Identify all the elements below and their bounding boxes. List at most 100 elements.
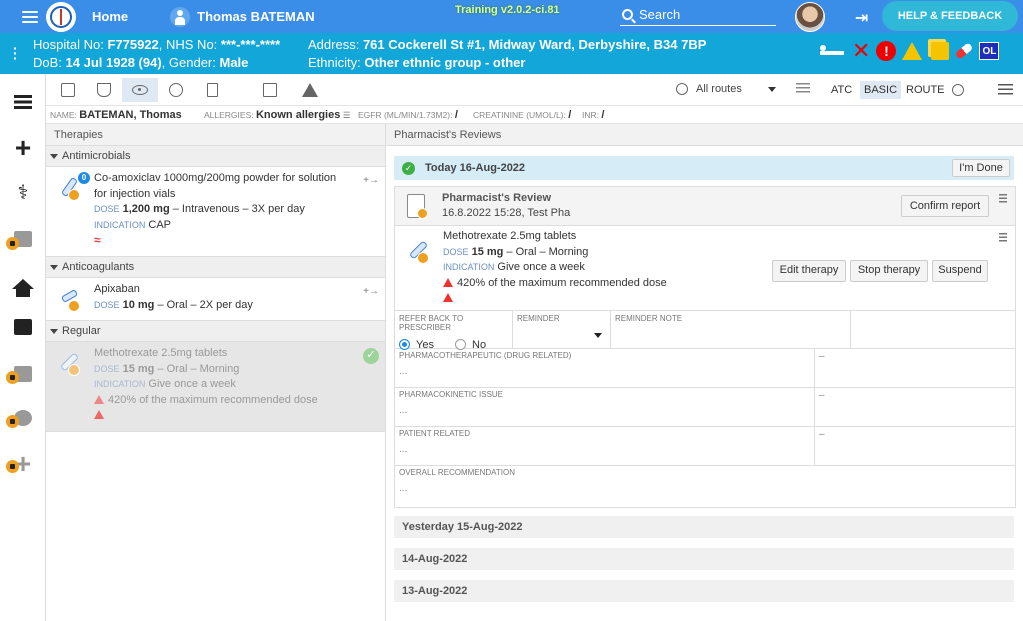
tablet-icon bbox=[59, 350, 84, 376]
banner-status-icons: ✕ ! OL bbox=[818, 40, 1000, 62]
pharmacokinetic-field[interactable]: PHARMACOKINETIC ISSUE ... bbox=[395, 388, 815, 426]
day-yesterday-header[interactable]: Yesterday 15-Aug-2022 bbox=[394, 516, 1014, 538]
reviews-title: Pharmacist's Reviews bbox=[386, 124, 1023, 146]
banner-line-ids: Hospital No: F775922, NHS No: ***-***-**… bbox=[33, 37, 281, 52]
stop-therapy-button[interactable]: Stop therapy bbox=[850, 260, 928, 282]
patient-name[interactable]: Thomas BATEMAN bbox=[197, 9, 314, 24]
documents-icon[interactable] bbox=[931, 42, 950, 60]
collapse-icon bbox=[50, 264, 58, 270]
nav-records[interactable] bbox=[0, 354, 46, 394]
review-header: Pharmacist's Review 16.8.2022 15:28, Tes… bbox=[395, 187, 1015, 226]
nav-clinical[interactable]: ⚕ bbox=[0, 172, 46, 212]
nav-activity[interactable] bbox=[0, 398, 46, 438]
menu-icon[interactable] bbox=[22, 10, 38, 23]
pill-icon[interactable] bbox=[954, 42, 974, 60]
allergies-value[interactable]: Known allergies bbox=[256, 109, 340, 121]
tb-warnings[interactable] bbox=[292, 78, 328, 102]
nav-list[interactable] bbox=[0, 82, 46, 122]
home-button[interactable]: Home bbox=[92, 9, 128, 24]
tb-document[interactable] bbox=[194, 78, 230, 102]
confirm-report-button[interactable]: Confirm report bbox=[901, 195, 989, 217]
search-input[interactable]: Search bbox=[620, 4, 776, 26]
document-icon bbox=[206, 83, 218, 97]
day-13-aug-header[interactable]: 13-Aug-2022 bbox=[394, 580, 1014, 602]
nav-sign[interactable] bbox=[0, 307, 46, 347]
lock-icon bbox=[6, 237, 19, 250]
day-14-aug-header[interactable]: 14-Aug-2022 bbox=[394, 548, 1014, 570]
ol-badge[interactable]: OL bbox=[979, 42, 1000, 60]
nav-add-locked[interactable]: + bbox=[0, 444, 46, 484]
reminder-select[interactable]: REMINDER bbox=[513, 311, 611, 348]
day-today-header[interactable]: ✓ Today 16-Aug-2022 bbox=[394, 156, 1014, 180]
banner-line-address: Address: 761 Cockerell St #1, Midway War… bbox=[308, 37, 707, 52]
nav-camera[interactable] bbox=[0, 219, 46, 259]
banner-line-dob: DoB: 14 Jul 1928 (94), Gender: Male bbox=[33, 55, 249, 70]
therapy-apixaban[interactable]: Apixaban DOSE 10 mg – Oral – 2X per day … bbox=[46, 278, 385, 321]
stethoscope-icon: ⚕ bbox=[17, 181, 29, 204]
lock-icon bbox=[6, 371, 19, 384]
view-atc[interactable]: ATC bbox=[827, 81, 856, 99]
view-basic[interactable]: BASIC bbox=[860, 81, 902, 99]
search-icon bbox=[622, 9, 633, 20]
egfr-value: / bbox=[454, 109, 458, 121]
med-menu-icon[interactable] bbox=[999, 233, 1007, 242]
therapy-coamoxiclav[interactable]: 0 Co-amoxiclav 1000mg/200mg powder for s… bbox=[46, 167, 385, 257]
alert-icon[interactable]: ! bbox=[876, 41, 897, 61]
tb-layers[interactable] bbox=[946, 78, 970, 102]
patient-related-field[interactable]: PATIENT RELATED ... bbox=[395, 427, 815, 465]
group-regular[interactable]: Regular bbox=[46, 321, 385, 342]
review-subtitle: 16.8.2022 15:28, Test Pha bbox=[442, 207, 571, 219]
search-placeholder: Search bbox=[639, 7, 681, 22]
view-route[interactable]: ROUTE bbox=[902, 81, 949, 99]
banner-more-icon[interactable]: · · · bbox=[13, 41, 18, 65]
tb-overview[interactable] bbox=[50, 78, 86, 102]
overview-icon bbox=[61, 83, 75, 97]
bed-icon[interactable] bbox=[818, 43, 846, 59]
reviewed-check-icon: ✓ bbox=[363, 348, 379, 364]
move-arrows-icon[interactable]: +→ bbox=[363, 284, 379, 300]
patient-icon bbox=[170, 6, 191, 27]
left-nav: + ⚕ + bbox=[0, 74, 46, 621]
tb-review[interactable] bbox=[122, 78, 158, 102]
suspend-button[interactable]: Suspend bbox=[932, 260, 988, 282]
nav-add[interactable]: + bbox=[0, 128, 46, 168]
tb-timeline[interactable] bbox=[86, 78, 122, 102]
edit-therapy-button[interactable]: Edit therapy bbox=[772, 260, 846, 282]
toolbar-menu-icon[interactable] bbox=[998, 84, 1013, 95]
review-dose-warning: 420% of the maximum recommended dose bbox=[457, 276, 667, 289]
tb-pills[interactable] bbox=[158, 78, 194, 102]
collapse-icon bbox=[50, 153, 58, 159]
reminder-note-field[interactable]: REMINDER NOTE bbox=[611, 311, 851, 348]
sort-icon[interactable] bbox=[796, 83, 810, 95]
layers-icon bbox=[952, 84, 964, 96]
warning-icon bbox=[443, 293, 453, 302]
warning-icon[interactable] bbox=[902, 42, 923, 60]
therapy-methotrexate[interactable]: Methotrexate 2.5mg tablets DOSE 15 mg – … bbox=[46, 342, 385, 432]
logout-icon[interactable]: ⇥ bbox=[855, 8, 868, 28]
routes-select[interactable]: All routes bbox=[676, 83, 776, 95]
patient-info-bar: NAME: BATEMAN, Thomas ALLERGIES: Known a… bbox=[46, 106, 1023, 124]
warning-icon bbox=[443, 277, 453, 287]
cross-icon[interactable]: ✕ bbox=[852, 40, 870, 62]
antimicrobial-icon: ≈ bbox=[94, 233, 101, 247]
dose-warning: 420% of the maximum recommended dose bbox=[108, 393, 318, 406]
chevron-down-icon bbox=[594, 333, 602, 338]
collapse-icon bbox=[50, 328, 58, 334]
user-avatar[interactable] bbox=[795, 2, 825, 32]
group-antimicrobials[interactable]: Antimicrobials bbox=[46, 146, 385, 167]
app-logo[interactable] bbox=[46, 1, 76, 32]
im-done-button[interactable]: I'm Done bbox=[952, 159, 1010, 177]
plus-icon: + bbox=[14, 132, 32, 163]
reviews-panel: Pharmacist's Reviews ✓ Today 16-Aug-2022… bbox=[386, 124, 1023, 621]
group-anticoagulants[interactable]: Anticoagulants bbox=[46, 257, 385, 278]
overall-recommendation-row[interactable]: OVERALL RECOMMENDATION ... bbox=[395, 466, 1015, 507]
move-arrows-icon[interactable]: +→ bbox=[363, 173, 379, 189]
review-menu-icon[interactable] bbox=[999, 194, 1007, 203]
help-feedback-button[interactable]: HELP & FEEDBACK bbox=[882, 1, 1018, 31]
tb-report[interactable] bbox=[252, 78, 288, 102]
review-med-name: Methotrexate 2.5mg tablets bbox=[443, 230, 577, 242]
top-bar: Home Thomas BATEMAN Training v2.0.2-ci.8… bbox=[0, 0, 1023, 33]
tablet-icon bbox=[408, 238, 433, 264]
pharmacotherapeutic-field[interactable]: PHARMACOTHERAPEUTIC (DRUG RELATED) ... bbox=[395, 349, 815, 387]
nav-home[interactable] bbox=[0, 264, 46, 304]
